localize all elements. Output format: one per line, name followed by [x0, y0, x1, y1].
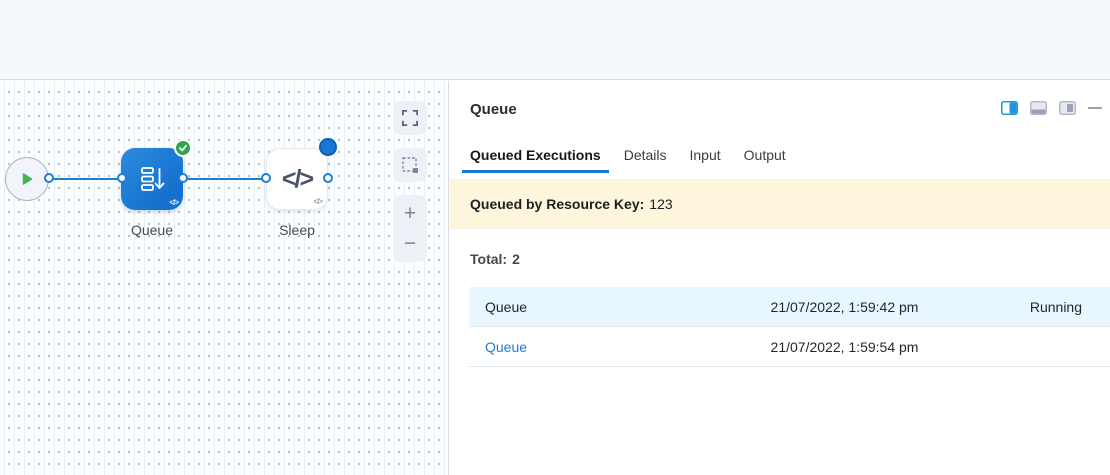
app-window: </> </> </> Queue Sleep: [0, 0, 1110, 475]
minimize-icon[interactable]: [1088, 101, 1102, 115]
play-icon: [20, 172, 34, 186]
fit-view-icon: [402, 110, 418, 126]
sleep-output-connector[interactable]: [323, 173, 333, 183]
dock-side-icon[interactable]: [1001, 101, 1018, 115]
fit-view-button[interactable]: [393, 101, 427, 135]
panel-header: Queue: [450, 81, 1110, 119]
resource-key-value: 123: [649, 196, 672, 212]
details-panel: Queue Queued Executi: [450, 81, 1110, 475]
canvas-toolbar: + −: [393, 101, 427, 262]
total-value: 2: [512, 251, 520, 267]
resource-key-label: Queued by Resource Key:: [470, 196, 644, 212]
node-label-queue: Queue: [102, 222, 202, 238]
tab-queued-executions[interactable]: Queued Executions: [462, 139, 609, 173]
total-label: Total:: [470, 251, 507, 267]
select-area-button[interactable]: [393, 148, 427, 182]
code-mini-icon: </>: [169, 198, 178, 207]
tab-output[interactable]: Output: [736, 139, 794, 173]
execution-name: Queue: [469, 299, 769, 315]
queued-dot-badge: [319, 138, 337, 156]
select-area-icon: [402, 157, 419, 174]
executions-table: Queue 21/07/2022, 1:59:42 pm Running Que…: [469, 287, 1110, 367]
connection-queue-to-sleep[interactable]: [183, 178, 267, 180]
top-bar: [0, 0, 1110, 80]
sleep-input-connector[interactable]: [261, 173, 271, 183]
resource-key-banner: Queued by Resource Key: 123: [450, 179, 1110, 229]
queue-input-connector[interactable]: [117, 173, 127, 183]
zoom-in-button[interactable]: +: [404, 203, 416, 224]
execution-row[interactable]: Queue 21/07/2022, 1:59:42 pm Running: [469, 287, 1110, 327]
zoom-button-group: + −: [393, 195, 427, 262]
code-icon: </>: [282, 165, 312, 194]
code-mini-icon: </>: [313, 197, 322, 206]
start-node[interactable]: [5, 157, 49, 201]
execution-name-link[interactable]: Queue: [469, 339, 769, 355]
execution-status: Running: [920, 299, 1110, 315]
queue-icon: [137, 164, 167, 194]
node-label-sleep: Sleep: [247, 222, 347, 238]
zoom-out-button[interactable]: −: [404, 233, 416, 254]
execution-time: 21/07/2022, 1:59:42 pm: [769, 299, 920, 315]
panel-tabs: Queued Executions Details Input Output: [450, 139, 1110, 173]
connection-start-to-queue[interactable]: [49, 178, 123, 180]
node-sleep[interactable]: </> </>: [266, 148, 328, 210]
panel-title: Queue: [470, 101, 517, 118]
dock-bottom-icon[interactable]: [1030, 101, 1047, 115]
execution-time: 21/07/2022, 1:59:54 pm: [769, 339, 920, 355]
total-count: Total: 2: [470, 251, 1090, 267]
check-icon: [174, 139, 192, 157]
tab-details[interactable]: Details: [616, 139, 675, 173]
tab-input[interactable]: Input: [682, 139, 729, 173]
queue-output-connector[interactable]: [178, 173, 188, 183]
panel-window-controls: [1001, 101, 1102, 115]
workflow-canvas[interactable]: </> </> </> Queue Sleep: [0, 81, 449, 475]
execution-row[interactable]: Queue 21/07/2022, 1:59:54 pm: [469, 327, 1110, 367]
node-queue[interactable]: </>: [121, 148, 183, 210]
start-output-connector[interactable]: [44, 173, 54, 183]
dock-float-icon[interactable]: [1059, 101, 1076, 115]
